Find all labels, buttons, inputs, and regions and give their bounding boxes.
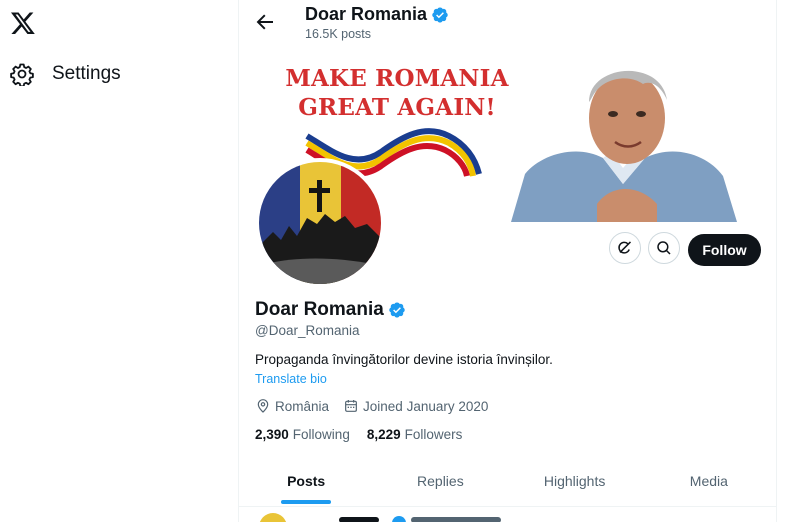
banner-slogan: MAKE ROMANIA GREAT AGAIN! [277, 64, 517, 122]
header-title: Doar Romania [305, 4, 449, 25]
location-pin-icon [257, 399, 269, 413]
translate-bio-link[interactable]: Translate bio [255, 372, 327, 386]
tab-posts[interactable]: Posts [239, 456, 373, 506]
calendar-icon [345, 400, 357, 412]
search-profile-button[interactable] [648, 232, 680, 264]
following-label: Following [292, 427, 350, 442]
tab-media[interactable]: Media [642, 456, 776, 506]
first-post-peek[interactable] [239, 507, 776, 522]
nav-settings[interactable]: Settings [10, 62, 121, 86]
header-title-text: Doar Romania [305, 4, 428, 24]
tab-replies[interactable]: Replies [373, 456, 507, 506]
verified-badge-icon[interactable] [388, 301, 406, 319]
profile-handle: @Doar_Romania [255, 323, 360, 338]
search-icon [657, 241, 671, 255]
profile-column: Doar Romania 16.5K posts MAKE ROMANIA GR… [238, 0, 777, 522]
profile-header-bar: Doar Romania 16.5K posts [239, 0, 776, 44]
left-nav: Settings [0, 0, 238, 522]
followers-label: Followers [404, 427, 463, 442]
profile-bio: Propaganda învingătorilor devine istoria… [255, 352, 553, 367]
grok-button[interactable] [609, 232, 641, 264]
profile-name: Doar Romania [255, 299, 406, 321]
profile-location: România [275, 398, 330, 414]
banner-line-1: MAKE ROMANIA [285, 65, 509, 92]
followers-count: 8,229 [366, 427, 401, 442]
avatar-image [259, 162, 381, 284]
tab-highlights[interactable]: Highlights [508, 456, 642, 506]
x-logo-icon[interactable] [10, 10, 36, 36]
post-peek-image [259, 513, 501, 522]
verified-badge-icon[interactable] [431, 6, 449, 24]
grok-icon [618, 241, 631, 254]
following-link[interactable]: 2,390 Following [255, 427, 350, 442]
back-button[interactable] [253, 10, 277, 34]
following-count: 2,390 [255, 427, 289, 442]
followers-link[interactable]: 8,229 Followers [367, 427, 463, 442]
profile-name-text: Doar Romania [255, 299, 384, 320]
arrow-left-icon [256, 14, 273, 30]
settings-label: Settings [52, 63, 121, 84]
follow-button[interactable]: Follow [688, 234, 761, 266]
banner-portrait [511, 44, 737, 222]
profile-tabs: Posts Replies Highlights Media [239, 456, 776, 507]
follow-stats: 2,390 Following 8,229 Followers [255, 427, 462, 442]
profile-meta: România Joined January 2020 [255, 398, 488, 414]
profile-joined: Joined January 2020 [363, 398, 489, 414]
profile-avatar[interactable] [255, 158, 385, 288]
gear-icon [10, 63, 34, 86]
header-post-count: 16.5K posts [305, 27, 372, 41]
